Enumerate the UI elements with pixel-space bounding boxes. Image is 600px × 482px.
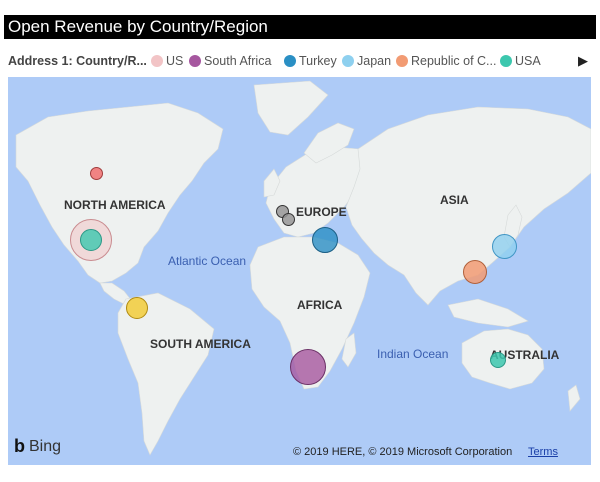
legend-dot-icon [500, 55, 512, 67]
bubble-australia[interactable] [490, 352, 506, 368]
legend-item-republic-of-c[interactable]: Republic of C... [396, 54, 496, 68]
visual-title-bar: Open Revenue by Country/Region [4, 15, 596, 39]
continent-label-south-america: SOUTH AMERICA [150, 337, 251, 351]
legend-item-japan[interactable]: Japan [342, 54, 391, 68]
bubble-japan[interactable] [492, 234, 517, 259]
bubble-republic-of-c[interactable] [463, 260, 487, 284]
visual-title: Open Revenue by Country/Region [8, 17, 268, 36]
bubble-south-africa[interactable] [290, 349, 326, 385]
right-arrow-icon[interactable]: ▶ [578, 53, 588, 69]
greenland-shape [253, 80, 329, 136]
legend-item-south-africa[interactable]: South Africa [189, 54, 271, 68]
legend-label: Japan [357, 54, 392, 68]
ocean-label-indian: Indian Ocean [377, 347, 449, 361]
legend-dot-icon [396, 55, 408, 67]
bubble-turkey[interactable] [312, 227, 338, 253]
legend-item-us[interactable]: US [151, 54, 183, 68]
terms-link[interactable]: Terms [528, 446, 558, 458]
ocean-label-atlantic: Atlantic Ocean [168, 254, 247, 268]
southeast-asia-shape [447, 298, 529, 328]
legend-dot-icon [284, 55, 296, 67]
continent-label-north-america: NORTH AMERICA [64, 198, 166, 212]
map-landmass [15, 80, 591, 456]
legend-label: USA [515, 54, 541, 68]
legend-label: Turkey [299, 54, 337, 68]
bubble-europe-2[interactable] [282, 213, 295, 226]
new-zealand-shape [567, 384, 581, 412]
legend-label: Republic of C... [411, 54, 497, 68]
bubble-venezuela[interactable] [126, 297, 148, 319]
legend-dot-icon [151, 55, 163, 67]
legend-title: Address 1: Country/R... [8, 54, 147, 68]
continent-label-asia: ASIA [440, 193, 469, 207]
bing-logo-icon: b [14, 436, 25, 456]
map-attribution: © 2019 HERE, © 2019 Microsoft Corporatio… [293, 446, 513, 458]
legend-dot-icon [342, 55, 354, 67]
legend-dot-icon [189, 55, 201, 67]
world-map[interactable]: NORTH AMERICA SOUTH AMERICA EUROPE AFRIC… [8, 77, 591, 465]
legend-item-turkey[interactable]: Turkey [284, 54, 337, 68]
bubble-canada[interactable] [90, 167, 103, 180]
bing-brand-text: Bing [29, 437, 62, 455]
legend-item-usa[interactable]: USA [500, 54, 541, 68]
continent-label-africa: AFRICA [297, 298, 343, 312]
legend-label: South Africa [204, 54, 272, 68]
bubble-usa[interactable] [80, 229, 102, 251]
continent-label-europe: EUROPE [296, 205, 347, 219]
bing-logo: b Bing [14, 436, 61, 457]
legend: Address 1: Country/R... US South Africa … [8, 53, 592, 71]
legend-label: US [166, 54, 184, 68]
